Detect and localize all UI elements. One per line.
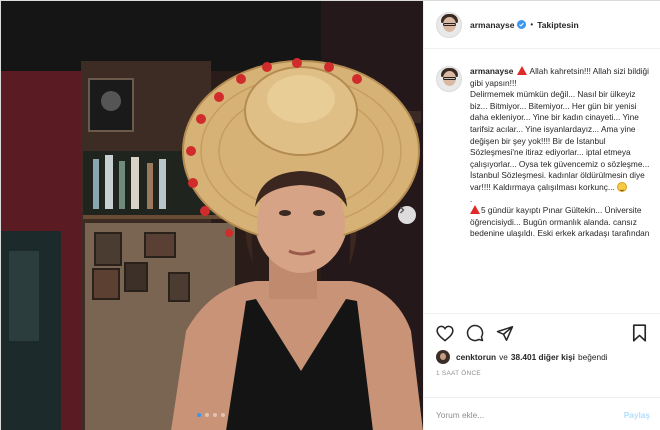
- caption-text: armanayse Allah kahretsin!!! Allah sizi …: [470, 66, 650, 240]
- action-icon-row: [436, 314, 650, 348]
- like-button[interactable]: [436, 324, 454, 342]
- post-comment-button[interactable]: Paylaş: [624, 410, 650, 420]
- heart-icon: [436, 325, 454, 342]
- likes-count-link[interactable]: 38.401 diğer kişi: [511, 352, 575, 362]
- smiling-face-icon: [617, 181, 628, 192]
- bookmark-icon: [632, 324, 646, 342]
- post-side-panel: armanayse • Takiptesin armanayse Allah k…: [423, 1, 660, 430]
- caption-row: armanayse Allah kahretsin!!! Allah sizi …: [436, 66, 650, 240]
- likes-suffix: beğendi: [578, 352, 608, 362]
- comment-button[interactable]: [466, 324, 484, 342]
- caption-line-4: 5 gündür kayıptı Pınar Gültekin... Ünive…: [470, 205, 650, 239]
- comment-bubble-icon: [466, 324, 484, 342]
- verified-badge-icon: [517, 20, 527, 29]
- carousel-dot: [197, 413, 201, 417]
- caption-line-3: .: [470, 193, 473, 204]
- following-button[interactable]: Takiptesin: [537, 20, 578, 30]
- chevron-right-icon: [400, 206, 405, 214]
- caption-line-2: Delirmemek mümkün değil... Nasıl bir ülk…: [470, 89, 650, 192]
- author-username[interactable]: armanayse: [470, 20, 514, 30]
- carousel-dots: [197, 413, 225, 417]
- caption-username[interactable]: armanayse: [470, 66, 513, 76]
- photo-illustration: [1, 1, 423, 430]
- carousel-dot: [205, 413, 209, 417]
- post-photo[interactable]: [1, 1, 423, 430]
- save-button[interactable]: [630, 324, 648, 342]
- comment-input[interactable]: [436, 409, 624, 420]
- post-actions: cenktorun ve 38.401 diğer kişi beğendi 1…: [424, 313, 660, 397]
- carousel-dot: [221, 413, 225, 417]
- author-avatar[interactable]: [436, 11, 462, 38]
- caption-avatar[interactable]: [436, 66, 462, 92]
- carousel-next-button[interactable]: [398, 206, 416, 224]
- liker-avatar[interactable]: [436, 350, 450, 364]
- liker-username[interactable]: cenktorun: [456, 352, 496, 362]
- likes-summary: cenktorun ve 38.401 diğer kişi beğendi: [436, 348, 650, 366]
- instagram-post: armanayse • Takiptesin armanayse Allah k…: [0, 0, 660, 430]
- share-button[interactable]: [496, 324, 514, 342]
- comment-box: Paylaş: [424, 397, 660, 430]
- caption-section: armanayse Allah kahretsin!!! Allah sizi …: [424, 50, 660, 313]
- warning-triangle-icon: [470, 205, 480, 215]
- paper-plane-icon: [496, 325, 514, 341]
- warning-triangle-icon: [516, 66, 527, 75]
- post-timestamp[interactable]: 1 SAAT ÖNCE: [436, 370, 650, 377]
- header-separator: •: [530, 20, 534, 29]
- likes-connector: ve: [499, 352, 508, 362]
- carousel-dot: [213, 413, 217, 417]
- post-header: armanayse • Takiptesin: [424, 1, 660, 49]
